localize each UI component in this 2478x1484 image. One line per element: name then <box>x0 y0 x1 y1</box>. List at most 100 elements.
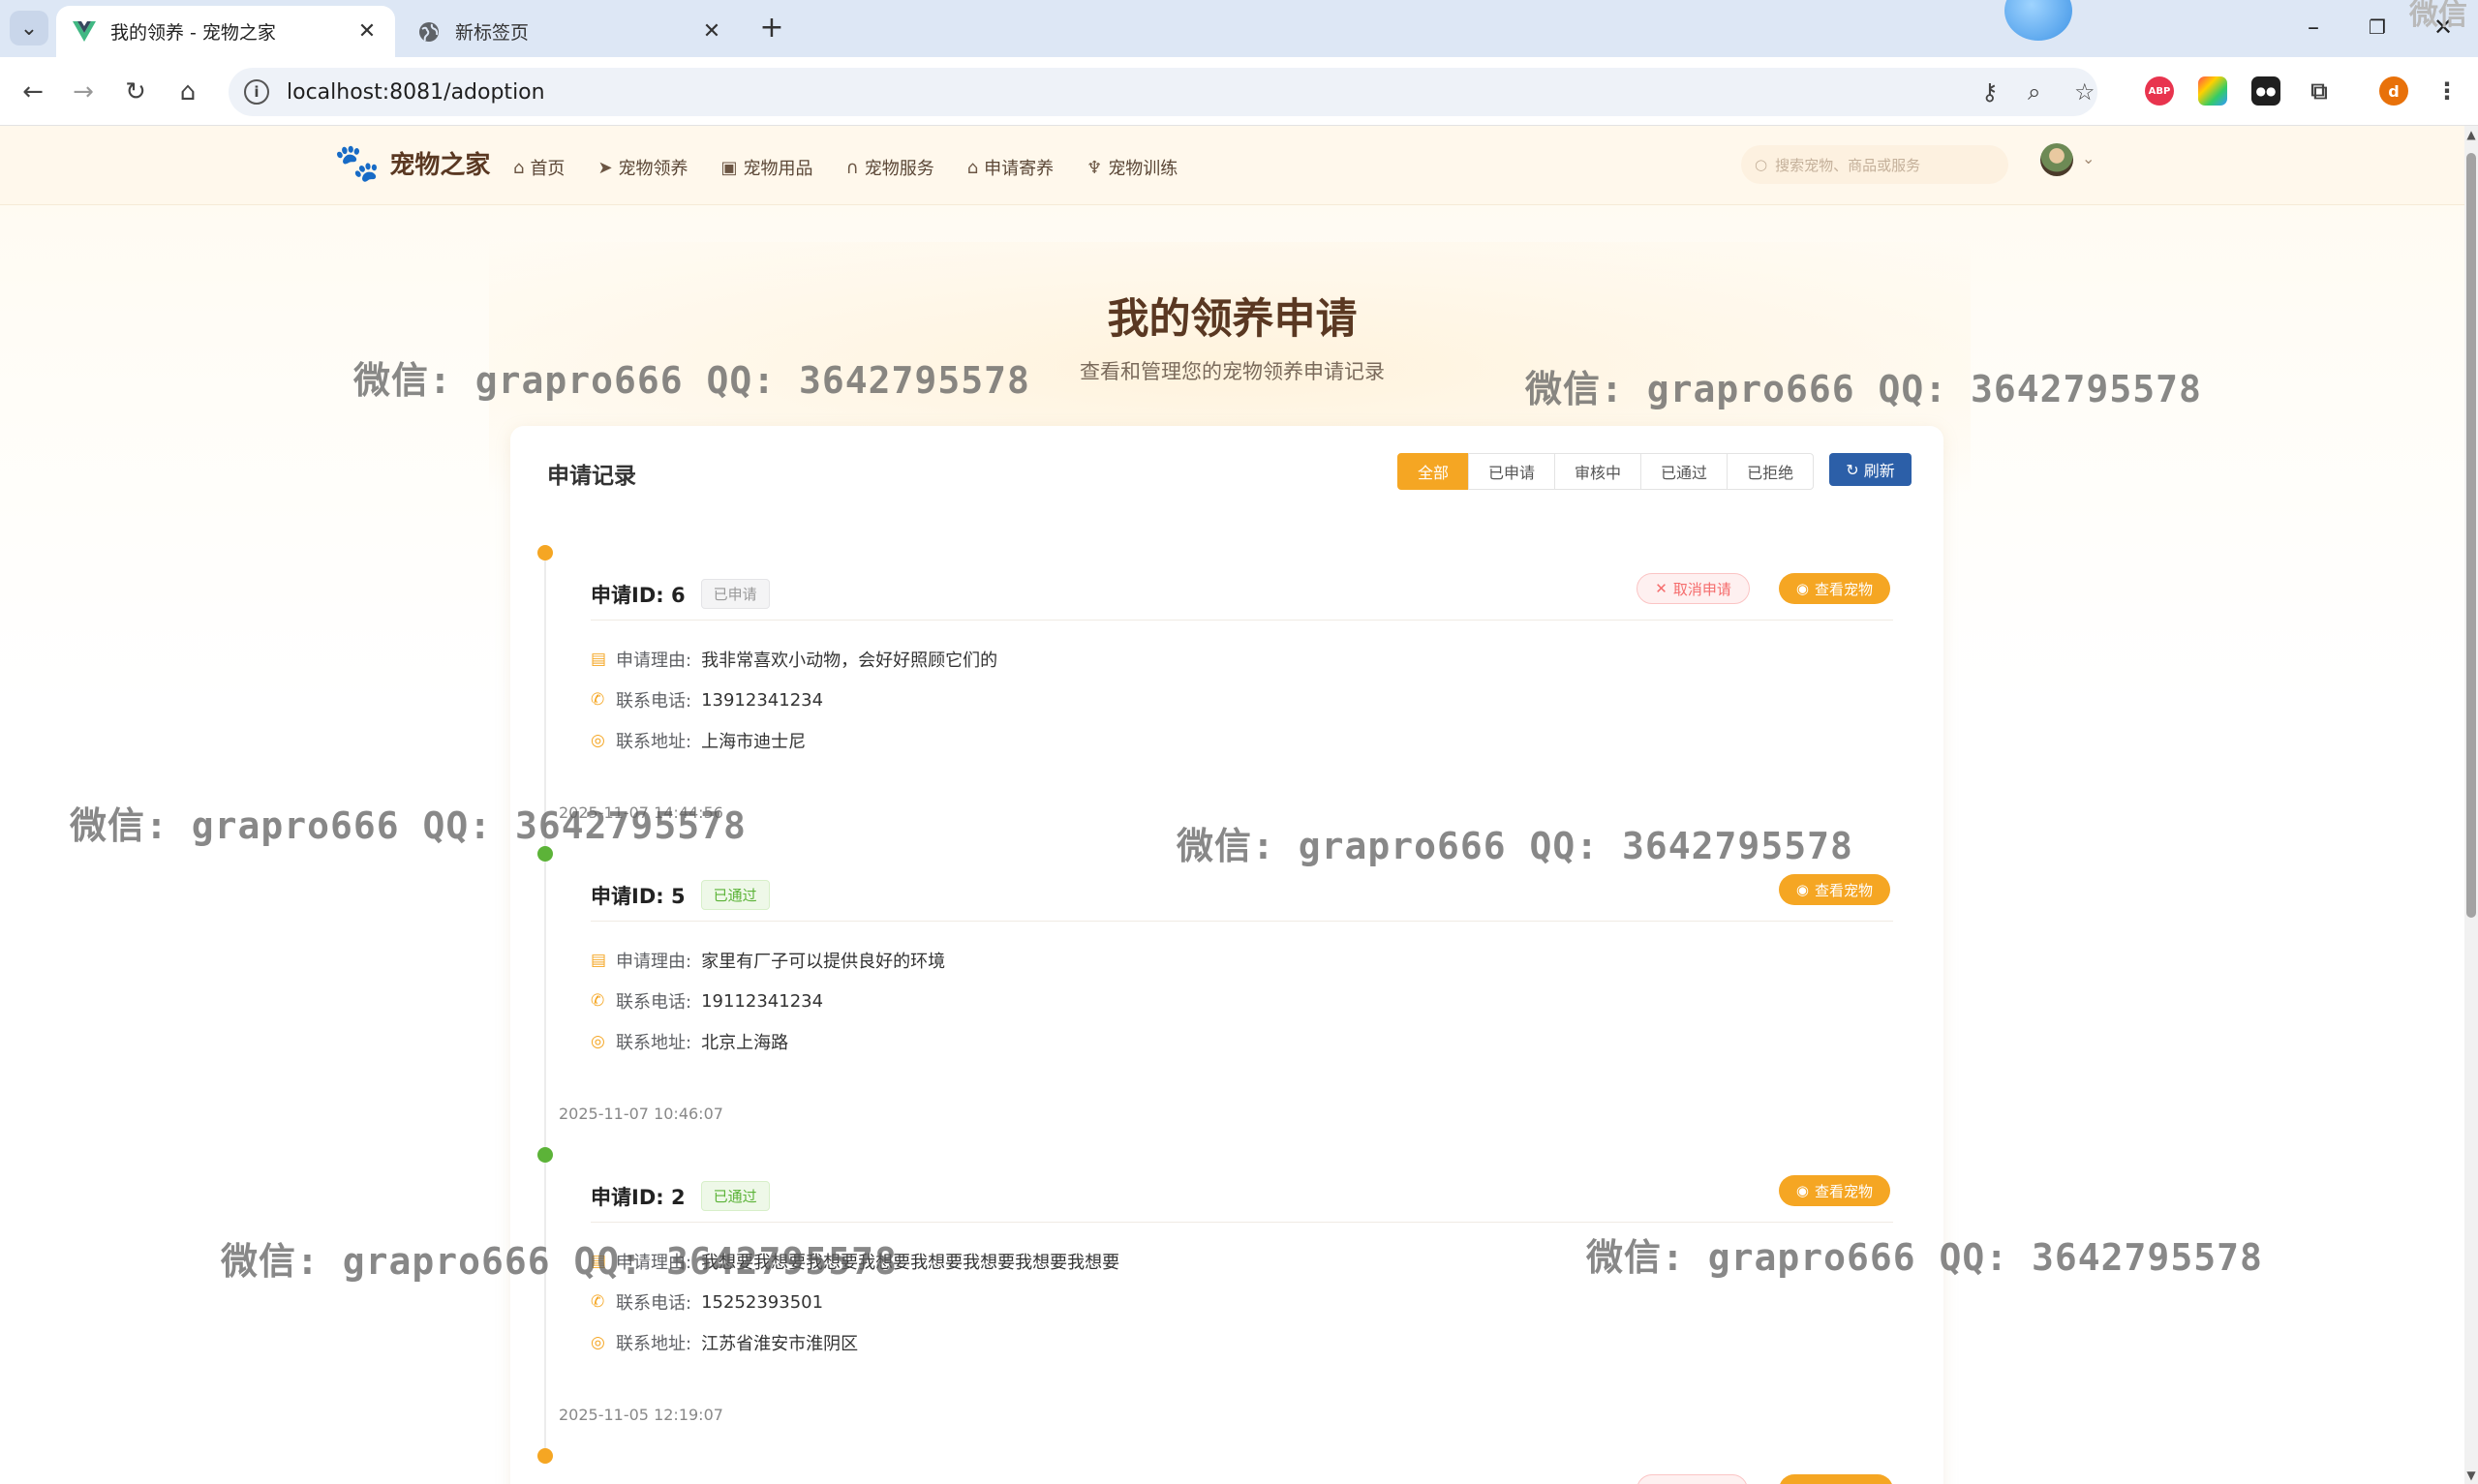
paw-icon: 🐾 <box>334 141 381 184</box>
url-text[interactable]: localhost:8081/adoption <box>287 80 545 105</box>
eye-icon: ◉ <box>1795 881 1809 898</box>
bag-icon: ▣ <box>720 157 738 178</box>
back-button[interactable]: ← <box>15 75 50 109</box>
watermark-text: 微信: grapro666 QQ: 3642795578 <box>1177 825 1853 867</box>
filter-passed[interactable]: 已通过 <box>1640 453 1728 490</box>
nav-supplies[interactable]: ▣ 宠物用品 <box>721 155 813 180</box>
arrow-right-icon: → <box>73 77 94 106</box>
tab-adoption[interactable]: 我的领养 - 宠物之家 ✕ <box>56 6 395 57</box>
close-tab-icon[interactable]: ✕ <box>354 19 380 44</box>
divider <box>591 921 1893 922</box>
divider <box>591 1222 1893 1223</box>
status-filter-group: 全部 已申请 审核中 已通过 已拒绝 <box>1397 453 1815 490</box>
brand-name: 宠物之家 <box>389 151 491 180</box>
application-id: 申请ID: 6 <box>591 583 686 607</box>
application-record: 申请ID: 2 已通过 ◉ 查看宠物 ▤ 申请理由: 我想要我想要我想要我想要我想要我… <box>559 1175 1898 1442</box>
location-icon: ◎ <box>591 1032 605 1051</box>
search-placeholder: 搜索宠物、商品或服务 <box>1775 156 1921 174</box>
application-id: 申请ID: 5 <box>591 884 686 908</box>
nav-training[interactable]: ♆ 宠物训练 <box>1086 155 1178 180</box>
brand-logo[interactable]: 🐾 宠物之家 <box>334 141 490 185</box>
globe-icon <box>416 19 442 45</box>
arrow-left-icon: ← <box>22 77 44 106</box>
page-title: 我的领养申请 <box>1107 295 1358 344</box>
nav-home[interactable]: ⌂ 首页 <box>513 155 565 180</box>
application-record: 申请ID: 5 已通过 ◉ 查看宠物 ▤ 申请理由: 家里有厂子可以提供良好的环境 ✆… <box>559 874 1898 1141</box>
site-search-input[interactable]: ○ 搜索宠物、商品或服务 <box>1741 145 2008 184</box>
cancel-application-button[interactable]: ✕ 取消申请 <box>1637 573 1750 604</box>
corner-watermark: 微信 <box>2409 0 2467 32</box>
phone-icon: ✆ <box>591 1292 605 1312</box>
filter-reviewing[interactable]: 审核中 <box>1554 453 1642 490</box>
timeline-dot <box>537 1448 553 1464</box>
extensions-puzzle-icon[interactable]: ⧉ <box>2305 76 2334 106</box>
minimize-button[interactable]: – <box>2299 14 2328 41</box>
restore-button[interactable]: ❐ <box>2363 15 2392 39</box>
browser-tab-strip: ⌄ 我的领养 - 宠物之家 ✕ 新标签页 ✕ + – ❐ ✕ 微信 <box>0 0 2478 57</box>
tab-title: 我的领养 - 宠物之家 <box>110 22 276 44</box>
phone-icon: ✆ <box>591 690 605 710</box>
watermark-text: 微信: grapro666 QQ: 3642795578 <box>353 359 1030 402</box>
view-pet-button[interactable]: ◉ 查看宠物 <box>1778 1175 1890 1206</box>
watermark-text: 微信: grapro666 QQ: 3642795578 <box>1525 368 2202 410</box>
zoom-icon[interactable]: ⌕ <box>2028 78 2040 106</box>
nav-adoption[interactable]: ➤ 宠物领养 <box>597 155 688 180</box>
application-time: 2025-11-05 12:19:07 <box>559 1406 723 1424</box>
floating-assistant-icon[interactable] <box>2004 0 2072 41</box>
tampermonkey-icon[interactable]: ●● <box>2251 76 2280 106</box>
color-extension-icon[interactable] <box>2198 76 2227 106</box>
main-nav: ⌂ 首页 ➤ 宠物领养 ▣ 宠物用品 ∩ 宠物服务 ⌂ 申请寄养 ♆ 宠物训练 <box>513 155 1210 180</box>
filter-rejected[interactable]: 已拒绝 <box>1727 453 1815 490</box>
house-icon: ⌂ <box>966 157 979 178</box>
timeline-dot <box>537 545 553 560</box>
nav-services[interactable]: ∩ 宠物服务 <box>846 155 934 180</box>
address-bar[interactable]: i localhost:8081/adoption <box>229 68 2097 116</box>
filter-applied[interactable]: 已申请 <box>1468 453 1556 490</box>
tab-title: 新标签页 <box>455 22 530 44</box>
application-record: 申请ID: 6 已申请 ✕ 取消申请 ◉ 查看宠物 ▤ 申请理由: 我非常喜欢小动物，会… <box>559 573 1898 840</box>
new-tab-button[interactable]: + <box>755 14 788 46</box>
scroll-up-icon[interactable]: ▲ <box>2464 128 2478 141</box>
address-value: 上海市迪士尼 <box>701 732 807 752</box>
more-menu-icon[interactable]: ⋮ <box>2432 76 2462 106</box>
nav-foster[interactable]: ⌂ 申请寄养 <box>967 155 1054 180</box>
timeline-line <box>544 552 546 1462</box>
location-icon: ◎ <box>591 1333 605 1352</box>
adblock-extension-icon[interactable]: ABP <box>2145 76 2174 106</box>
view-pet-button[interactable] <box>1779 1474 1893 1484</box>
site-info-icon[interactable]: i <box>244 79 269 105</box>
reason-value: 家里有厂子可以提供良好的环境 <box>701 952 946 972</box>
close-tab-icon[interactable]: ✕ <box>699 19 724 44</box>
application-time: 2025-11-07 10:46:07 <box>559 1105 723 1123</box>
tab-search-button[interactable]: ⌄ <box>10 11 48 45</box>
chevron-down-icon[interactable]: ⌄ <box>2082 149 2095 167</box>
scroll-down-icon[interactable]: ▼ <box>2464 1469 2478 1482</box>
key-icon[interactable]: ⚷ <box>1981 78 1999 106</box>
card-title: 申请记录 <box>547 464 636 489</box>
user-avatar[interactable] <box>2040 143 2073 176</box>
refresh-button[interactable]: ↻ 刷新 <box>1829 453 1912 486</box>
scrollbar-thumb[interactable] <box>2466 153 2476 918</box>
profile-avatar-icon[interactable]: d <box>2379 76 2408 106</box>
view-pet-button[interactable]: ◉ 查看宠物 <box>1778 573 1890 604</box>
cancel-application-button[interactable] <box>1637 1474 1748 1484</box>
search-icon: ○ <box>1755 156 1768 173</box>
headset-icon: ∩ <box>845 157 859 178</box>
vue-logo-icon <box>72 19 97 45</box>
address-value: 北京上海路 <box>701 1033 789 1053</box>
tab-new-tab[interactable]: 新标签页 ✕ <box>401 6 740 57</box>
timeline-dot <box>537 1147 553 1163</box>
reload-button[interactable]: ↻ <box>118 75 153 109</box>
eye-icon: ◉ <box>1795 580 1809 597</box>
status-badge: 已申请 <box>700 579 770 609</box>
home-button[interactable]: ⌂ <box>170 75 205 109</box>
bookmark-star-icon[interactable]: ☆ <box>2074 78 2096 106</box>
send-icon: ➤ <box>597 157 613 178</box>
view-pet-button[interactable]: ◉ 查看宠物 <box>1778 874 1890 905</box>
filter-all[interactable]: 全部 <box>1397 453 1470 490</box>
trophy-icon: ♆ <box>1086 157 1103 178</box>
forward-button[interactable]: → <box>66 75 101 109</box>
watermark-text: 微信: grapro666 QQ: 3642795578 <box>70 804 747 847</box>
page-scrollbar[interactable]: ▲ ▼ <box>2464 126 2478 1484</box>
document-icon: ▤ <box>591 650 607 669</box>
